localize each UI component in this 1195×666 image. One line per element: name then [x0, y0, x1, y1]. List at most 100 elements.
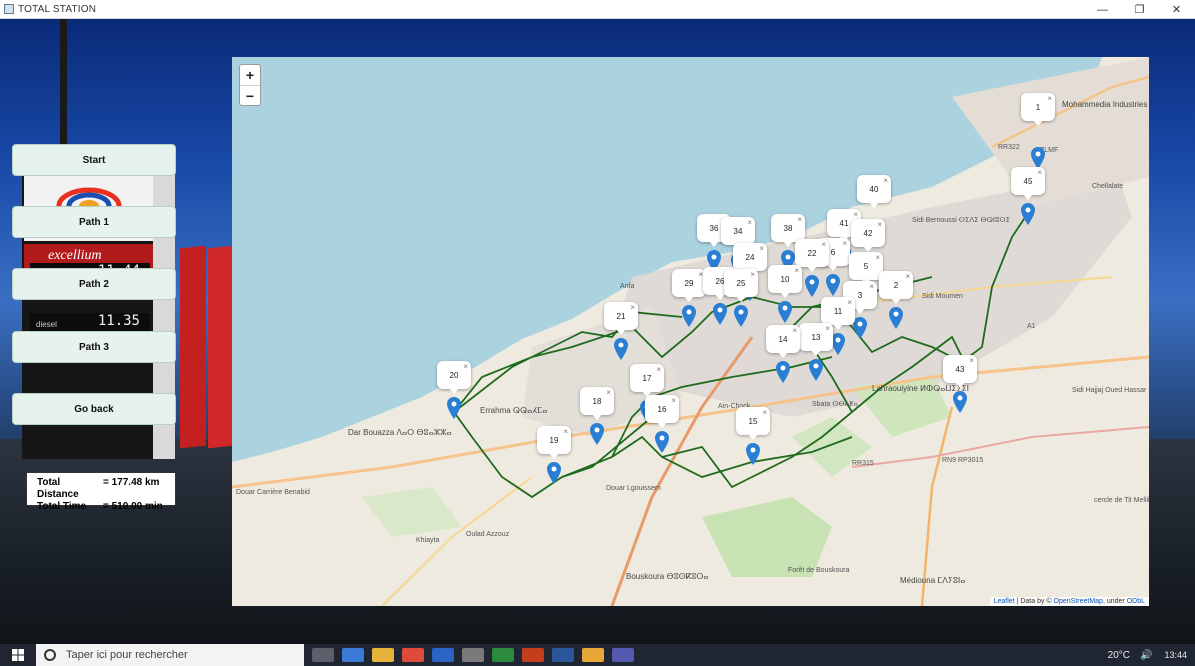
windows-taskbar: Taper ici pour rechercher 20°C 🔊 13:44 [0, 644, 1195, 666]
popup-close-icon[interactable]: × [1037, 168, 1042, 177]
place-label: cercle de Tit Mellil [1094, 497, 1149, 504]
powerpoint-icon[interactable] [522, 648, 544, 662]
popup-close-icon[interactable]: × [875, 253, 880, 262]
map-pin-icon [655, 431, 669, 453]
windows-logo-icon [12, 649, 24, 661]
popup-close-icon[interactable]: × [853, 210, 858, 219]
popup-close-icon[interactable]: × [563, 427, 568, 436]
popup-close-icon[interactable]: × [883, 176, 888, 185]
close-button[interactable]: ✕ [1158, 0, 1195, 19]
marker-label: 17 [642, 373, 652, 383]
file-explorer-icon[interactable] [372, 648, 394, 662]
place-label: Sbata ⵙⴱⴰⵟⴰ [812, 401, 859, 408]
weather-text[interactable]: 20°C [1108, 650, 1130, 661]
clock[interactable]: 13:44 [1164, 650, 1187, 660]
marker-label: 42 [863, 228, 873, 238]
popup-close-icon[interactable]: × [671, 396, 676, 405]
place-label: Douar Lgouissem [606, 485, 661, 492]
path-1-button[interactable]: Path 1 [12, 206, 176, 238]
popup-close-icon[interactable]: × [842, 239, 847, 248]
marker-label: 11 [833, 306, 843, 316]
odbl-link[interactable]: ODbL [1127, 598, 1145, 605]
popup-close-icon[interactable]: × [1047, 94, 1052, 103]
marker-popup: 34 × [721, 217, 755, 250]
popup-close-icon[interactable]: × [630, 303, 635, 312]
osm-link[interactable]: OpenStreetMap [1054, 598, 1103, 605]
marker-popup: 16 × [645, 395, 679, 428]
taskbar-apps [312, 648, 642, 662]
marker-label: 29 [684, 278, 694, 288]
store-icon[interactable] [432, 648, 454, 662]
place-label: Médiouna ⵎⴷⵢⵓⵏⴰ [900, 576, 966, 585]
minimize-button[interactable]: — [1084, 0, 1121, 19]
popup-close-icon[interactable]: × [877, 220, 882, 229]
marker-popup: 1 × [1021, 93, 1055, 126]
route-map[interactable]: Mohammedia Industries Sidi Bernoussi ⵙⵉⴷ… [232, 57, 1149, 606]
popup-close-icon[interactable]: × [969, 356, 974, 365]
popup-close-icon[interactable]: × [759, 244, 764, 253]
marker-popup: 19 × [537, 426, 571, 459]
popup-close-icon[interactable]: × [794, 266, 799, 275]
map-pin-icon [778, 301, 792, 323]
popup-close-icon[interactable]: × [821, 240, 826, 249]
popup-close-icon[interactable]: × [797, 215, 802, 224]
marker-popup: 45 × [1011, 167, 1045, 200]
place-label: Oulad Azzouz [466, 531, 510, 538]
marker-label: 13 [811, 332, 821, 342]
map-pin-icon [953, 391, 967, 413]
map-pin-icon [1021, 203, 1035, 225]
marker-label: 15 [748, 416, 758, 426]
total-time-value: = 510.00 min [103, 501, 163, 512]
popup-close-icon[interactable]: × [869, 282, 874, 291]
popup-close-icon[interactable]: × [750, 270, 755, 279]
popup-close-icon[interactable]: × [905, 272, 910, 281]
marker-label: 40 [869, 184, 879, 194]
road-label: RR315 [852, 460, 874, 467]
flag-banner [208, 245, 234, 449]
volume-icon[interactable]: 🔊 [1140, 650, 1152, 661]
edge-icon[interactable] [342, 648, 364, 662]
start-button[interactable]: Start [12, 144, 176, 176]
map-pin-icon [713, 303, 727, 325]
total-distance-label: Total Distance [37, 477, 79, 500]
taskbar-search-box[interactable]: Taper ici pour rechercher [36, 644, 304, 666]
marker-label: 22 [807, 248, 817, 258]
teams-icon[interactable] [612, 648, 634, 662]
popup-close-icon[interactable]: × [747, 218, 752, 227]
windows-start-button[interactable] [0, 644, 36, 666]
marker-popup: 14 × [766, 325, 800, 358]
marker-label: 20 [449, 370, 459, 380]
popup-close-icon[interactable]: × [656, 365, 661, 374]
app-icon[interactable] [492, 648, 514, 662]
zoom-out-button[interactable]: − [240, 85, 260, 105]
popup-close-icon[interactable]: × [825, 324, 830, 333]
word-icon[interactable] [552, 648, 574, 662]
map-pin-icon [734, 305, 748, 327]
popup-close-icon[interactable]: × [792, 326, 797, 335]
popup-close-icon[interactable]: × [606, 388, 611, 397]
popup-close-icon[interactable]: × [463, 362, 468, 371]
flag-banner [180, 245, 206, 449]
zoom-in-button[interactable]: + [240, 65, 260, 85]
total-time-label: Total Time [37, 501, 87, 512]
total-distance-value: = 177.48 km [103, 477, 160, 488]
map-pin-icon [826, 274, 840, 296]
leaflet-link[interactable]: Leaflet [994, 598, 1015, 605]
maximize-button[interactable]: ❐ [1121, 0, 1158, 19]
window-title-bar: TOTAL STATION — ❐ ✕ [0, 0, 1195, 19]
task-view-icon[interactable] [312, 648, 334, 662]
path-2-button[interactable]: Path 2 [12, 268, 176, 300]
settings-icon[interactable] [462, 648, 484, 662]
path-3-button[interactable]: Path 3 [12, 331, 176, 363]
popup-close-icon[interactable]: × [847, 298, 852, 307]
marker-popup: 38 × [771, 214, 805, 247]
go-back-button[interactable]: Go back [12, 393, 176, 425]
marker-label: 16 [657, 404, 667, 414]
map-pin-icon [853, 317, 867, 339]
chrome-icon[interactable] [402, 648, 424, 662]
popup-close-icon[interactable]: × [762, 408, 767, 417]
app-icon[interactable] [582, 648, 604, 662]
marker-popup: 18 × [580, 387, 614, 420]
marker-label: 24 [745, 252, 755, 262]
search-icon [44, 649, 56, 661]
